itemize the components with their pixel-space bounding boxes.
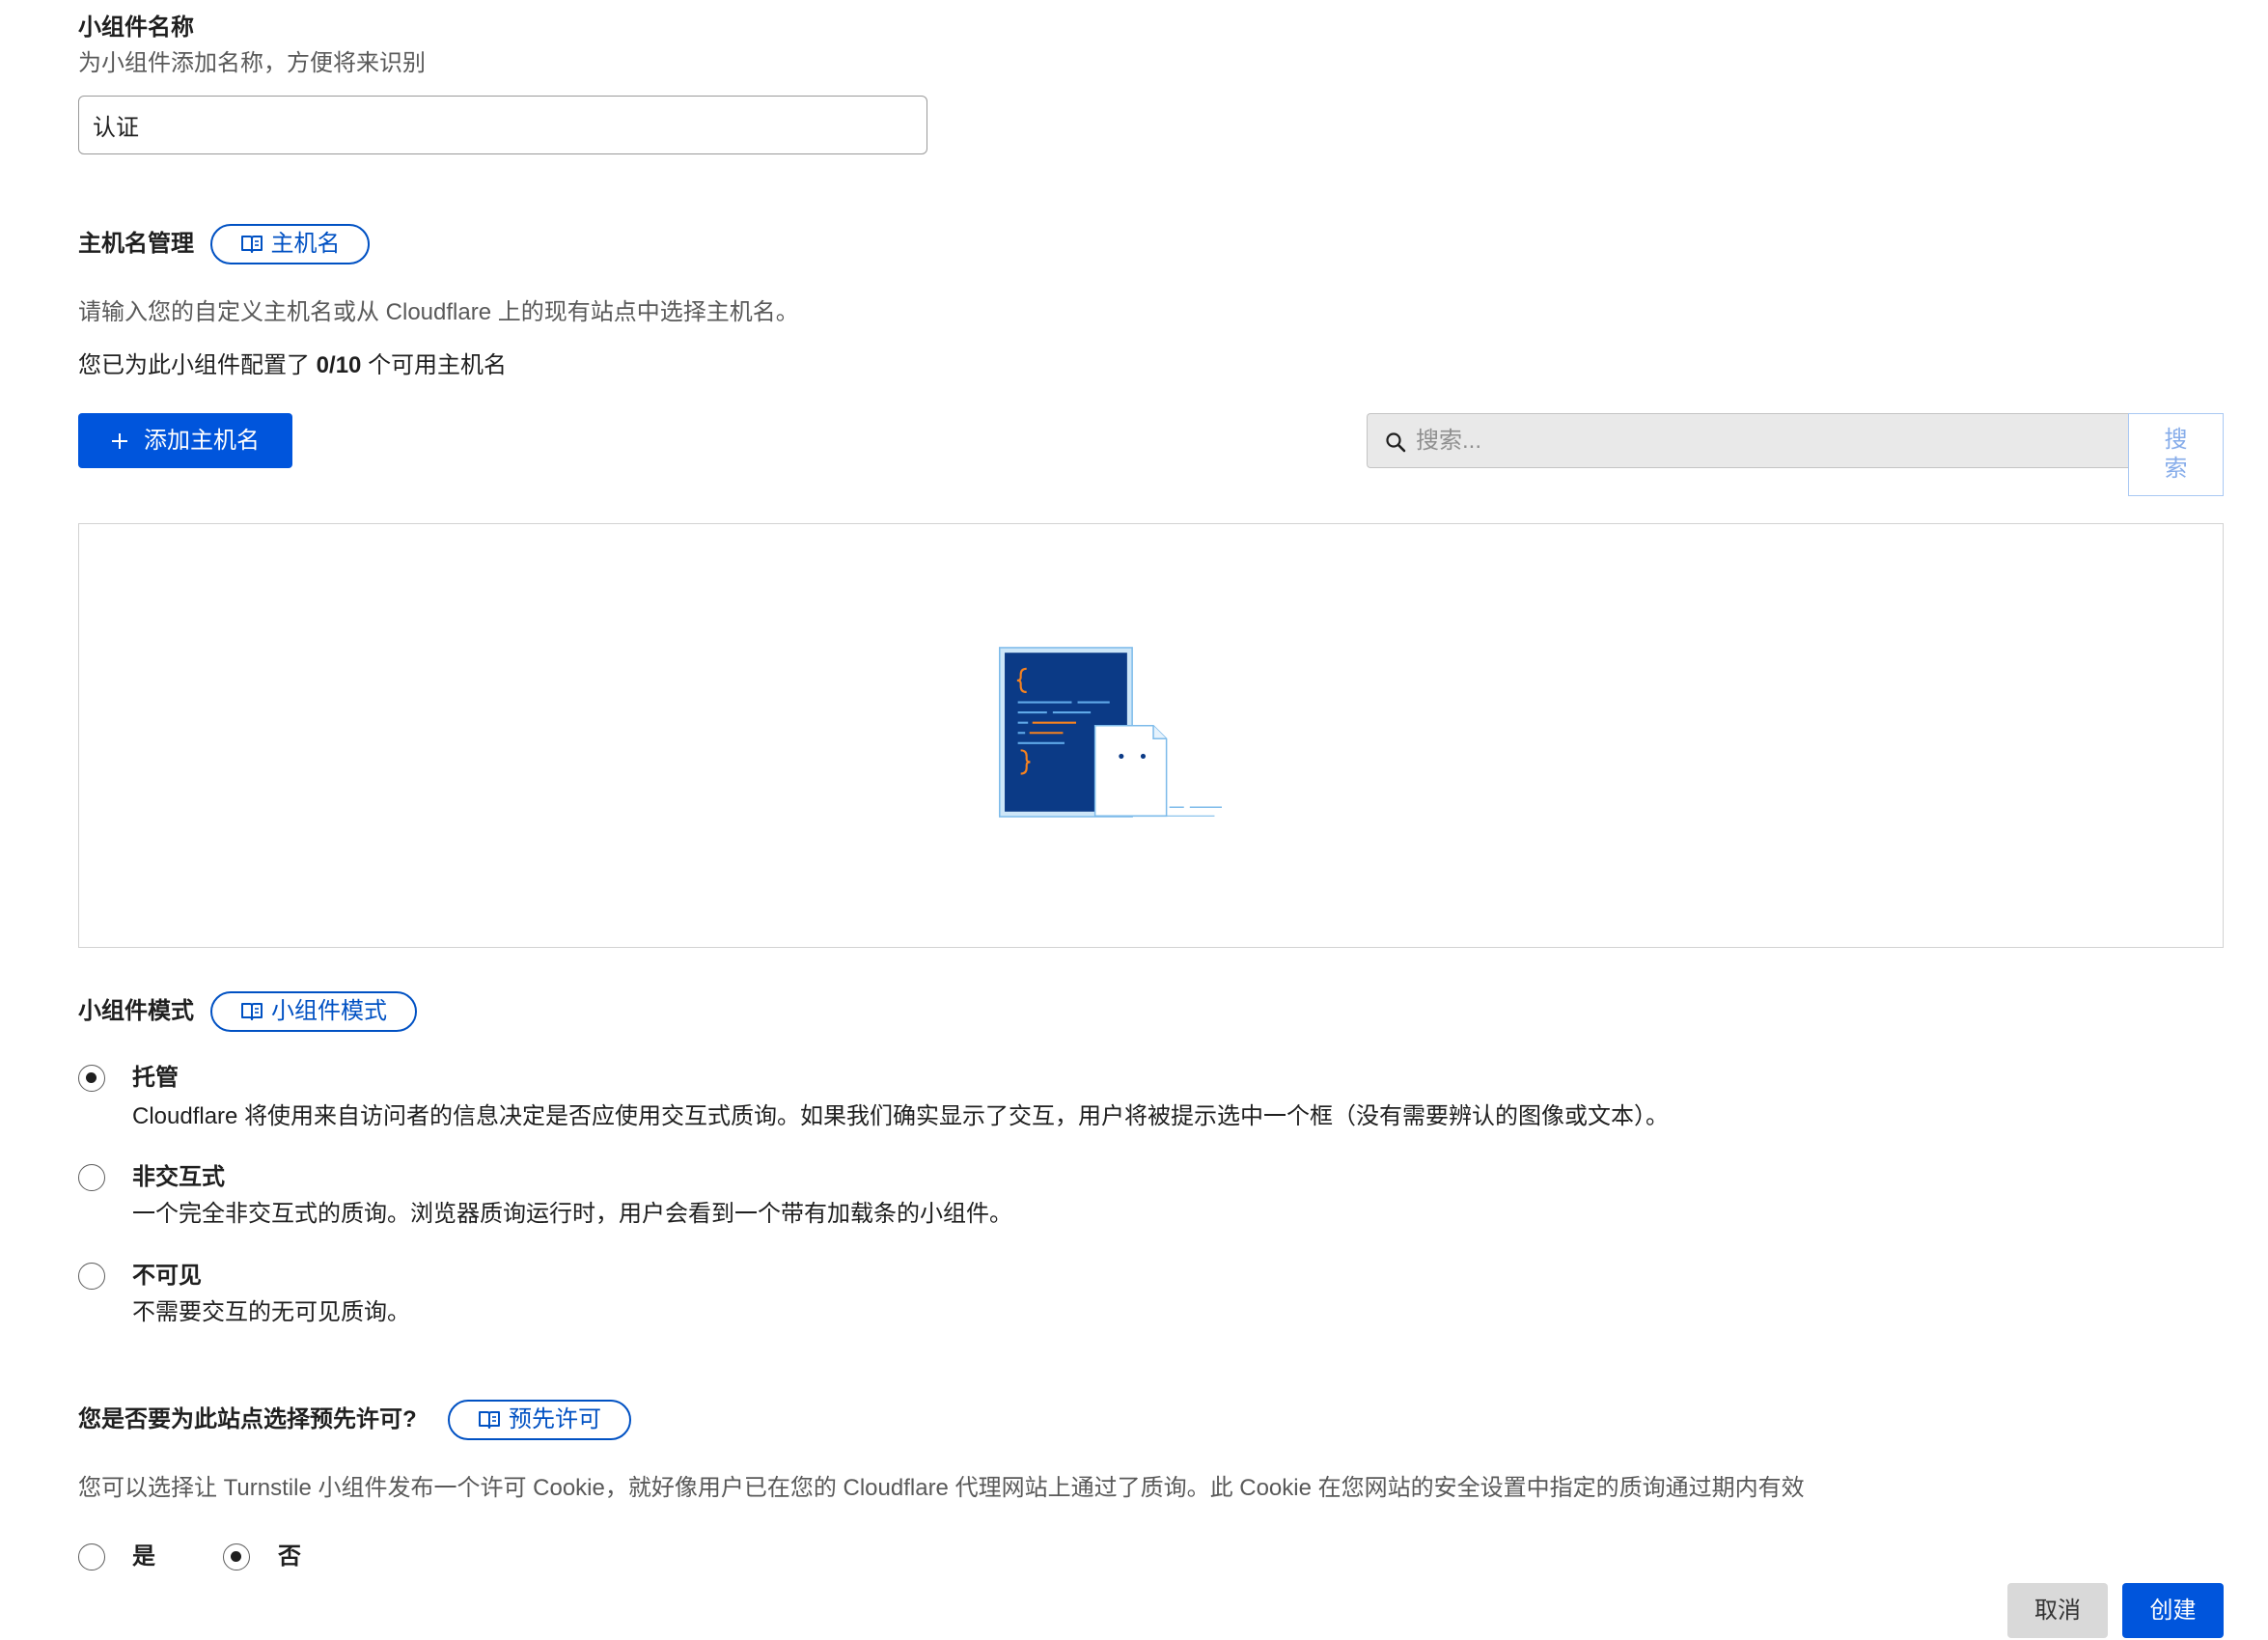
widget-mode-doc-link[interactable]: 小组件模式 <box>210 991 417 1032</box>
widget-mode-doc-link-label: 小组件模式 <box>271 998 387 1024</box>
book-icon <box>241 1003 263 1020</box>
preclearance-radio-no[interactable] <box>223 1543 250 1571</box>
preclearance-doc-link[interactable]: 预先许可 <box>448 1400 631 1440</box>
hostname-search-input[interactable] <box>1416 414 2111 467</box>
book-icon <box>479 1411 500 1429</box>
hostname-doc-link[interactable]: 主机名 <box>210 224 370 264</box>
mode-option-description: 不需要交互的无可见质询。 <box>132 1299 410 1325</box>
preclearance-doc-link-label: 预先许可 <box>509 1406 601 1432</box>
preclearance-radio-yes[interactable] <box>78 1543 105 1571</box>
hostname-count-prefix: 您已为此小组件配置了 <box>78 352 310 378</box>
mode-radio-invisible[interactable] <box>78 1263 105 1290</box>
add-hostname-button[interactable]: 添加主机名 <box>78 413 292 468</box>
code-document-illustration <box>999 647 1222 818</box>
mode-radio-non-interactive[interactable] <box>78 1164 105 1191</box>
search-icon <box>1386 432 1406 453</box>
cancel-button[interactable]: 取消 <box>2007 1583 2108 1638</box>
mode-option-title: 不可见 <box>132 1263 202 1289</box>
hostname-count: 0/10 <box>316 352 362 378</box>
mode-option-description: 一个完全非交互式的质询。浏览器质询运行时，用户会看到一个带有加载条的小组件。 <box>132 1201 1012 1227</box>
preclearance-option-label: 是 <box>132 1543 155 1570</box>
plus-icon <box>112 432 127 449</box>
preclearance-title: 您是否要为此站点选择预先许可? <box>78 1406 417 1432</box>
search-button[interactable]: 搜索 <box>2128 413 2224 496</box>
mode-option-title: 托管 <box>132 1065 179 1091</box>
hostname-count-suffix: 个可用主机名 <box>368 352 508 378</box>
widget-mode-title: 小组件模式 <box>78 998 194 1024</box>
widget-name-input[interactable] <box>78 96 927 154</box>
mode-radio-managed[interactable] <box>78 1065 105 1092</box>
widget-name-label: 小组件名称 <box>78 14 194 41</box>
hostname-description: 请输入您的自定义主机名或从 Cloudflare 上的现有站点中选择主机名。 <box>78 299 799 325</box>
preclearance-option-label: 否 <box>278 1543 301 1570</box>
add-hostname-label: 添加主机名 <box>144 427 260 454</box>
mode-option-title: 非交互式 <box>132 1164 225 1190</box>
hostname-section-title: 主机名管理 <box>78 231 194 257</box>
hostname-doc-link-label: 主机名 <box>270 231 341 257</box>
widget-name-hint: 为小组件添加名称，方便将来识别 <box>78 50 426 76</box>
hostname-search-field[interactable] <box>1367 413 2128 468</box>
create-button[interactable]: 创建 <box>2122 1583 2224 1638</box>
hostname-count-text: 您已为此小组件配置了 0/10 个可用主机名 <box>78 351 507 380</box>
book-icon <box>240 236 263 253</box>
preclearance-description: 您可以选择让 Turnstile 小组件发布一个许可 Cookie，就好像用户已… <box>78 1475 1805 1501</box>
mode-option-description: Cloudflare 将使用来自访问者的信息决定是否应使用交互式质询。如果我们确… <box>132 1103 1670 1129</box>
